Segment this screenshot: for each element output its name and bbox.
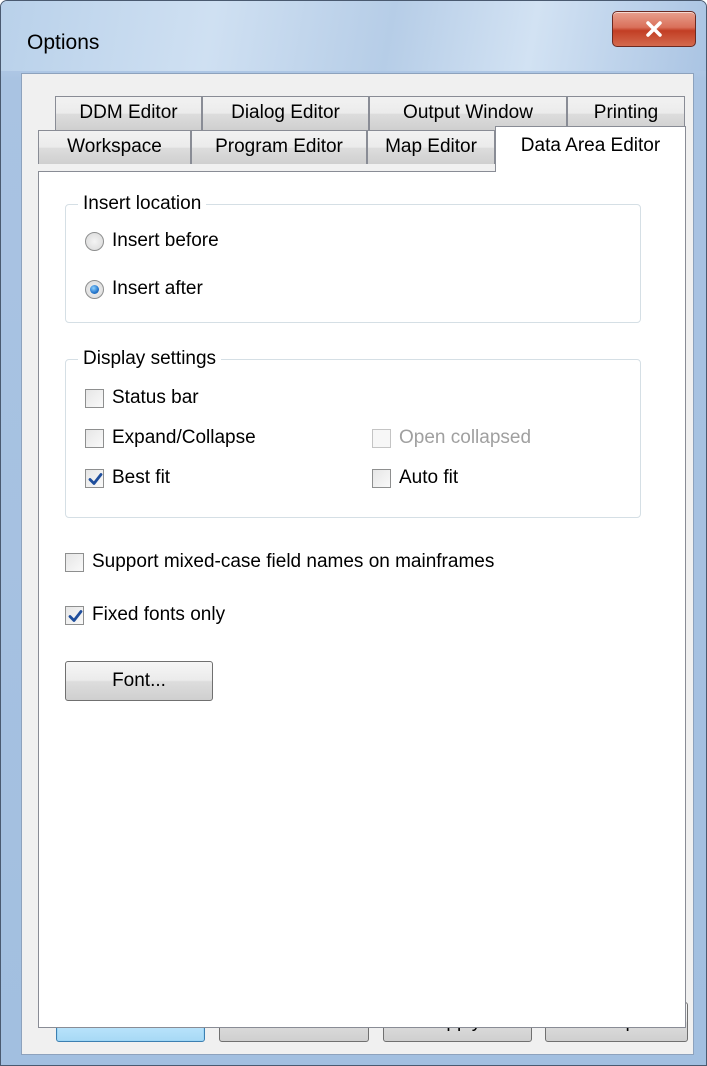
tab-workspace[interactable]: Workspace bbox=[38, 130, 191, 164]
checkbox-box-disabled bbox=[372, 428, 391, 448]
fixed-fonts-label: Fixed fonts only bbox=[92, 604, 226, 625]
auto-fit-checkbox[interactable]: Auto fit bbox=[372, 467, 458, 489]
best-fit-label: Best fit bbox=[112, 467, 171, 488]
checkbox-box bbox=[85, 388, 104, 408]
checkmark-icon bbox=[88, 472, 103, 485]
tab-output-window[interactable]: Output Window bbox=[369, 96, 567, 130]
dialog-client-area: DDM Editor Dialog Editor Output Window P… bbox=[21, 73, 694, 1055]
display-settings-group: Display settings Status bar Expand/Colla… bbox=[65, 348, 641, 518]
checkbox-box-checked bbox=[65, 605, 84, 625]
insert-before-radio[interactable]: Insert before bbox=[85, 230, 219, 252]
font-button[interactable]: Font... bbox=[65, 661, 213, 701]
insert-location-caption: Insert location bbox=[78, 193, 207, 215]
status-bar-label: Status bar bbox=[112, 387, 199, 408]
insert-after-radio[interactable]: Insert after bbox=[85, 278, 203, 300]
tab-ddm-editor[interactable]: DDM Editor bbox=[55, 96, 202, 130]
insert-before-label: Insert before bbox=[112, 230, 219, 251]
tab-map-editor[interactable]: Map Editor bbox=[367, 130, 495, 164]
radio-indicator-selected bbox=[85, 279, 104, 299]
insert-location-group: Insert location Insert before Insert aft… bbox=[65, 193, 641, 323]
display-settings-caption: Display settings bbox=[78, 348, 222, 370]
data-area-editor-panel: Insert location Insert before Insert aft… bbox=[38, 171, 686, 1028]
tab-printing[interactable]: Printing bbox=[567, 96, 685, 130]
status-bar-checkbox[interactable]: Status bar bbox=[85, 387, 199, 409]
open-collapsed-checkbox: Open collapsed bbox=[372, 427, 531, 449]
open-collapsed-label: Open collapsed bbox=[399, 427, 532, 448]
tab-program-editor[interactable]: Program Editor bbox=[191, 130, 367, 164]
tab-dialog-editor[interactable]: Dialog Editor bbox=[202, 96, 369, 130]
window-title: Options bbox=[27, 31, 100, 54]
mixed-case-label: Support mixed-case field names on mainfr… bbox=[92, 551, 495, 572]
checkbox-box-checked bbox=[85, 468, 104, 488]
expand-collapse-label: Expand/Collapse bbox=[112, 427, 256, 448]
tab-data-area-editor[interactable]: Data Area Editor bbox=[495, 126, 686, 172]
close-button[interactable] bbox=[612, 11, 696, 47]
checkbox-box bbox=[85, 428, 104, 448]
insert-after-label: Insert after bbox=[112, 278, 203, 299]
expand-collapse-checkbox[interactable]: Expand/Collapse bbox=[85, 427, 256, 449]
auto-fit-label: Auto fit bbox=[399, 467, 459, 488]
checkmark-icon bbox=[68, 609, 83, 622]
mixed-case-checkbox[interactable]: Support mixed-case field names on mainfr… bbox=[65, 551, 494, 573]
checkbox-box bbox=[65, 552, 84, 572]
best-fit-checkbox[interactable]: Best fit bbox=[85, 467, 170, 489]
fixed-fonts-checkbox[interactable]: Fixed fonts only bbox=[65, 604, 225, 626]
options-dialog: Options DDM Editor Dialog Editor Output … bbox=[0, 0, 707, 1066]
radio-indicator bbox=[85, 231, 104, 251]
close-icon bbox=[646, 21, 662, 37]
checkbox-box bbox=[372, 468, 391, 488]
title-bar[interactable]: Options bbox=[1, 1, 706, 71]
